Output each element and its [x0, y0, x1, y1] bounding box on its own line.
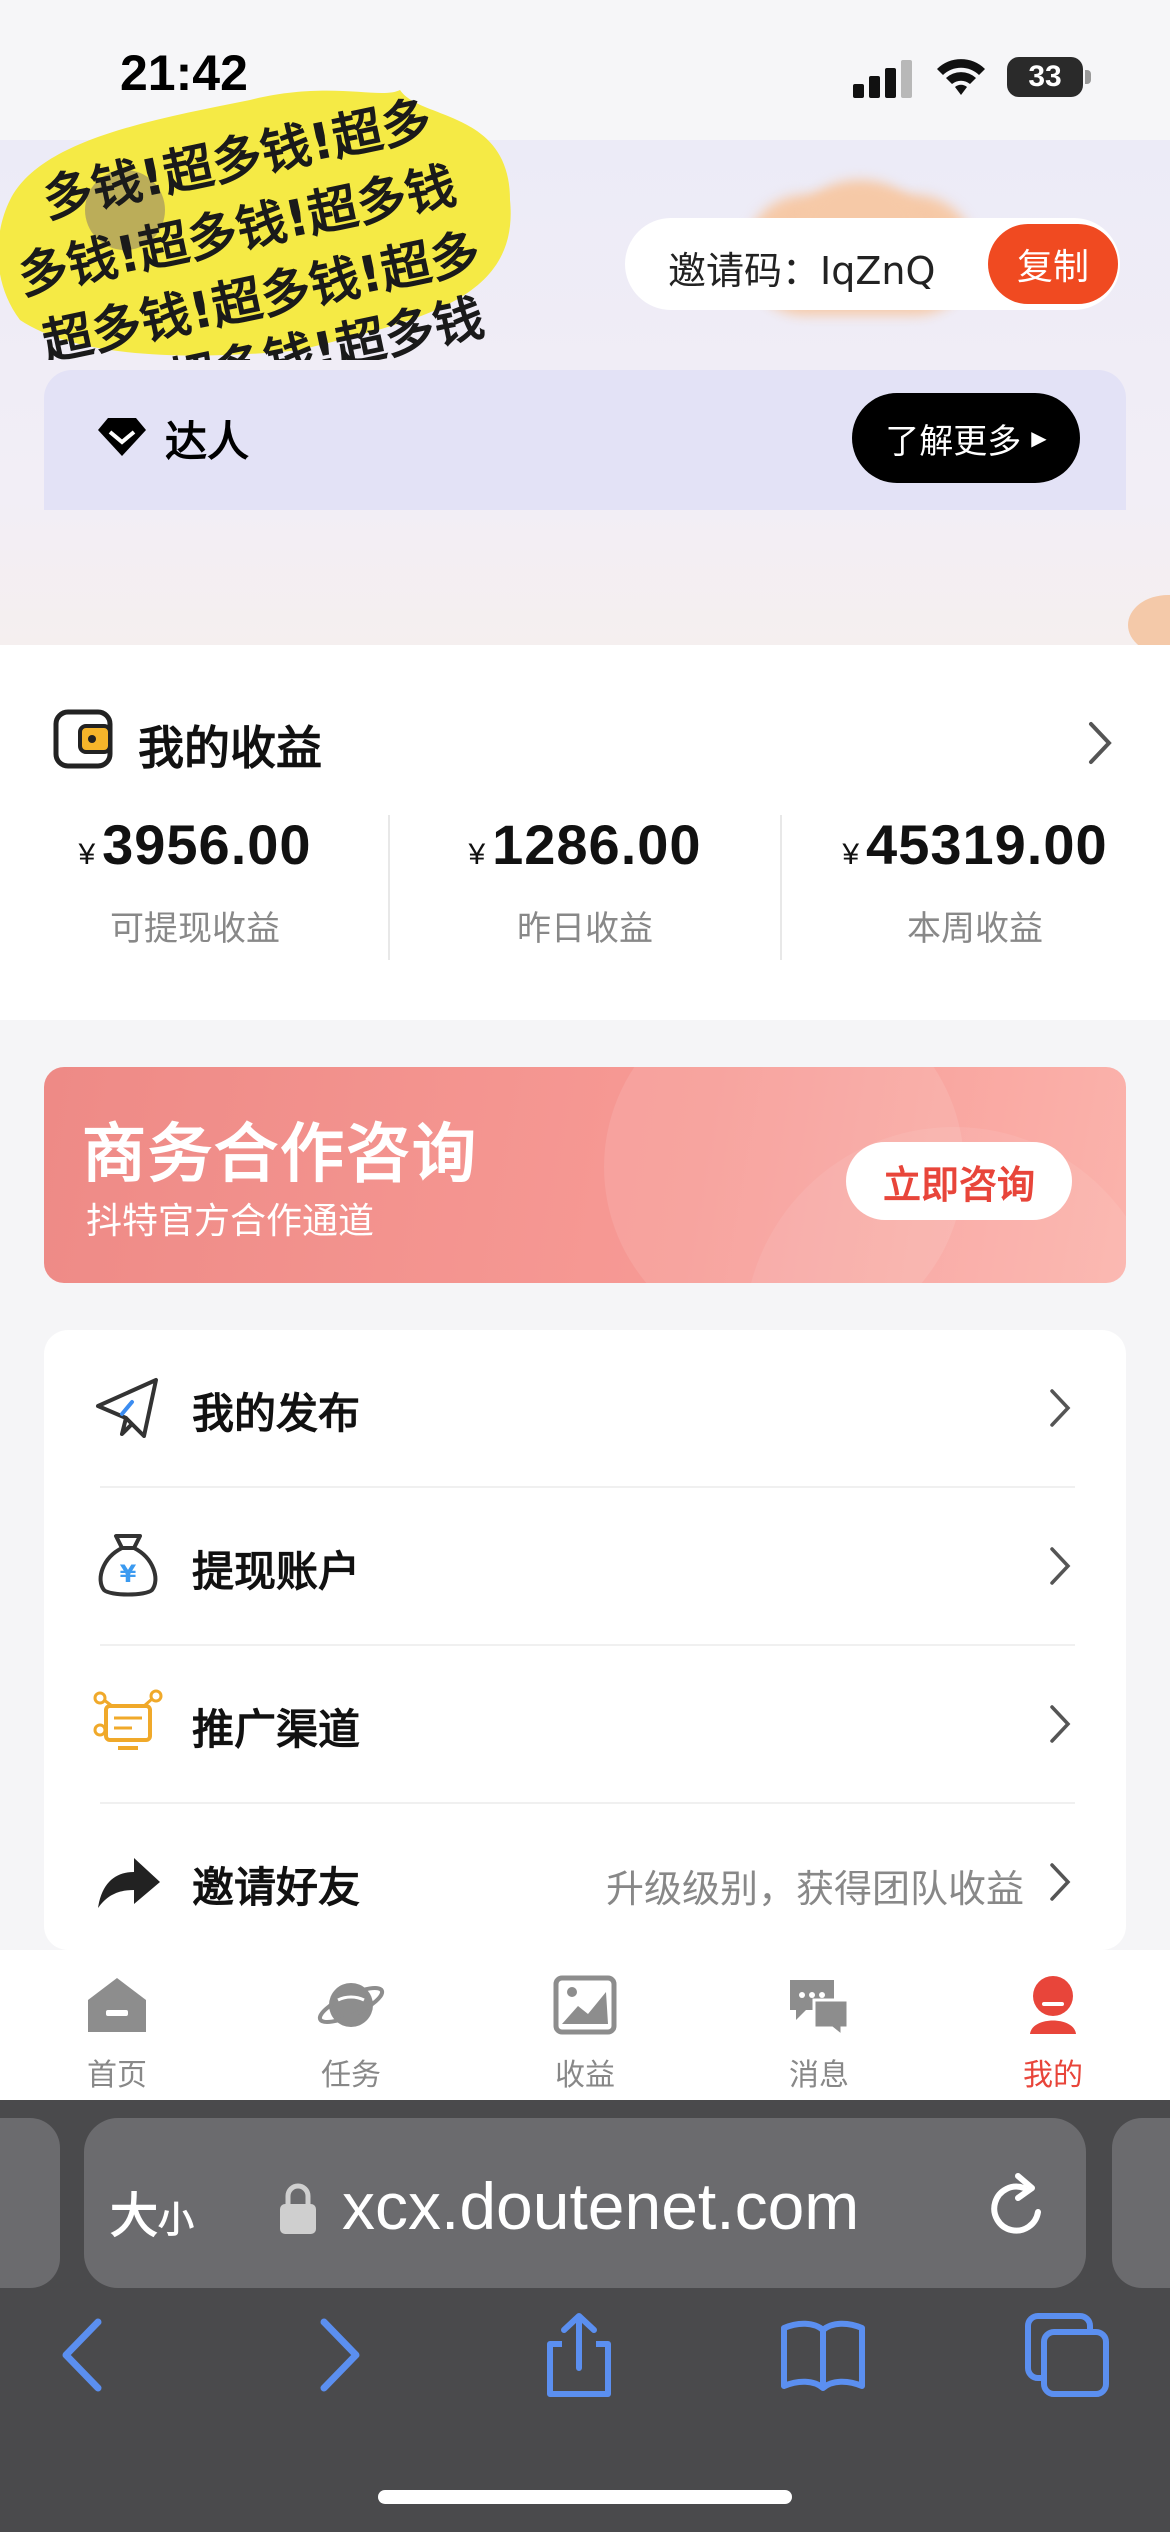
- planet-icon: [317, 1983, 385, 2027]
- earnings-value: 45319.00: [866, 813, 1108, 876]
- channel-network-icon: [93, 1689, 163, 1750]
- earnings-withdrawable[interactable]: ¥3956.00 可提现收益: [0, 812, 390, 950]
- vip-level-label: 达人: [165, 417, 250, 466]
- money-bag-icon: ¥: [98, 1534, 158, 1597]
- earnings-value: 1286.00: [492, 813, 702, 876]
- text-size-button[interactable]: 大小: [110, 2176, 194, 2246]
- consult-now-button[interactable]: 立即咨询: [846, 1142, 1072, 1220]
- chart-image-icon: [553, 1975, 617, 2035]
- copy-button[interactable]: 复制: [988, 224, 1118, 304]
- forward-icon[interactable]: [292, 2310, 382, 2400]
- paper-plane-icon: [96, 1378, 158, 1438]
- bookmarks-icon[interactable]: [778, 2310, 868, 2400]
- menu-item-label: 推广渠道: [192, 1705, 361, 1754]
- battery-level: 33: [1028, 60, 1062, 93]
- invite-code-value: IqZnQ: [820, 249, 936, 293]
- url-text[interactable]: xcx.doutenet.com: [342, 2168, 859, 2244]
- lock-icon: [280, 2183, 316, 2234]
- user-icon: [1030, 1976, 1076, 2034]
- menu-item-label: 邀请好友: [192, 1863, 361, 1912]
- banner-title: 商务合作咨询: [82, 1118, 478, 1192]
- diamond-icon: [98, 418, 146, 456]
- reload-icon[interactable]: [984, 2172, 1050, 2244]
- home-icon: [88, 1978, 146, 2032]
- learn-more-button[interactable]: 了解更多 ▶: [852, 393, 1080, 483]
- earnings-title: 我的收益: [138, 721, 322, 775]
- earnings-label: 本周收益: [907, 909, 1043, 949]
- earnings-yesterday[interactable]: ¥1286.00 昨日收益: [390, 812, 780, 950]
- chat-icon: [790, 1980, 850, 2040]
- share-icon[interactable]: [534, 2310, 624, 2400]
- chevron-right-icon: [1050, 1547, 1071, 1585]
- earnings-label: 可提现收益: [110, 909, 280, 949]
- next-tab-preview[interactable]: [1112, 2118, 1170, 2288]
- signal-icon: [853, 60, 912, 98]
- battery-icon: 33: [1007, 55, 1092, 99]
- banner-subtitle: 抖特官方合作通道: [86, 1201, 375, 1242]
- tab-messages[interactable]: 消息: [754, 1970, 884, 2094]
- home-indicator[interactable]: [378, 2490, 792, 2504]
- tabs-icon[interactable]: [1022, 2310, 1112, 2400]
- chevron-right-icon[interactable]: [1085, 718, 1115, 768]
- previous-tab-preview[interactable]: [0, 2118, 60, 2288]
- back-icon[interactable]: [40, 2310, 130, 2400]
- caret-right-icon: ▶: [1031, 426, 1047, 450]
- earnings-value: 3956.00: [102, 813, 312, 876]
- menu-item-label: 我的发布: [192, 1389, 361, 1438]
- tab-home[interactable]: 首页: [52, 1970, 182, 2094]
- tab-earnings[interactable]: 收益: [520, 1970, 650, 2094]
- chevron-right-icon: [1050, 1705, 1071, 1743]
- chevron-right-icon: [1050, 1863, 1071, 1901]
- tab-mine[interactable]: 我的: [988, 1970, 1118, 2094]
- user-avatar[interactable]: 多钱!超多钱!超多 多钱!超多钱!超多钱 超多钱!超多钱!超多 钱!超多钱!超多…: [0, 60, 520, 360]
- tab-tasks[interactable]: 任务: [286, 1970, 416, 2094]
- svg-text:¥: ¥: [120, 1560, 137, 1588]
- earnings-week[interactable]: ¥45319.00 本周收益: [780, 812, 1170, 950]
- invite-friends-hint: 升级级别，获得团队收益: [605, 1867, 1024, 1911]
- earnings-label: 昨日收益: [517, 909, 653, 949]
- menu-item-label: 提现账户: [192, 1547, 361, 1596]
- share-arrow-icon: [98, 1858, 160, 1908]
- chevron-right-icon: [1050, 1389, 1071, 1427]
- wifi-icon: [937, 59, 985, 95]
- wallet-icon: [53, 709, 113, 769]
- invite-code: 邀请码：IqZnQ: [668, 249, 936, 293]
